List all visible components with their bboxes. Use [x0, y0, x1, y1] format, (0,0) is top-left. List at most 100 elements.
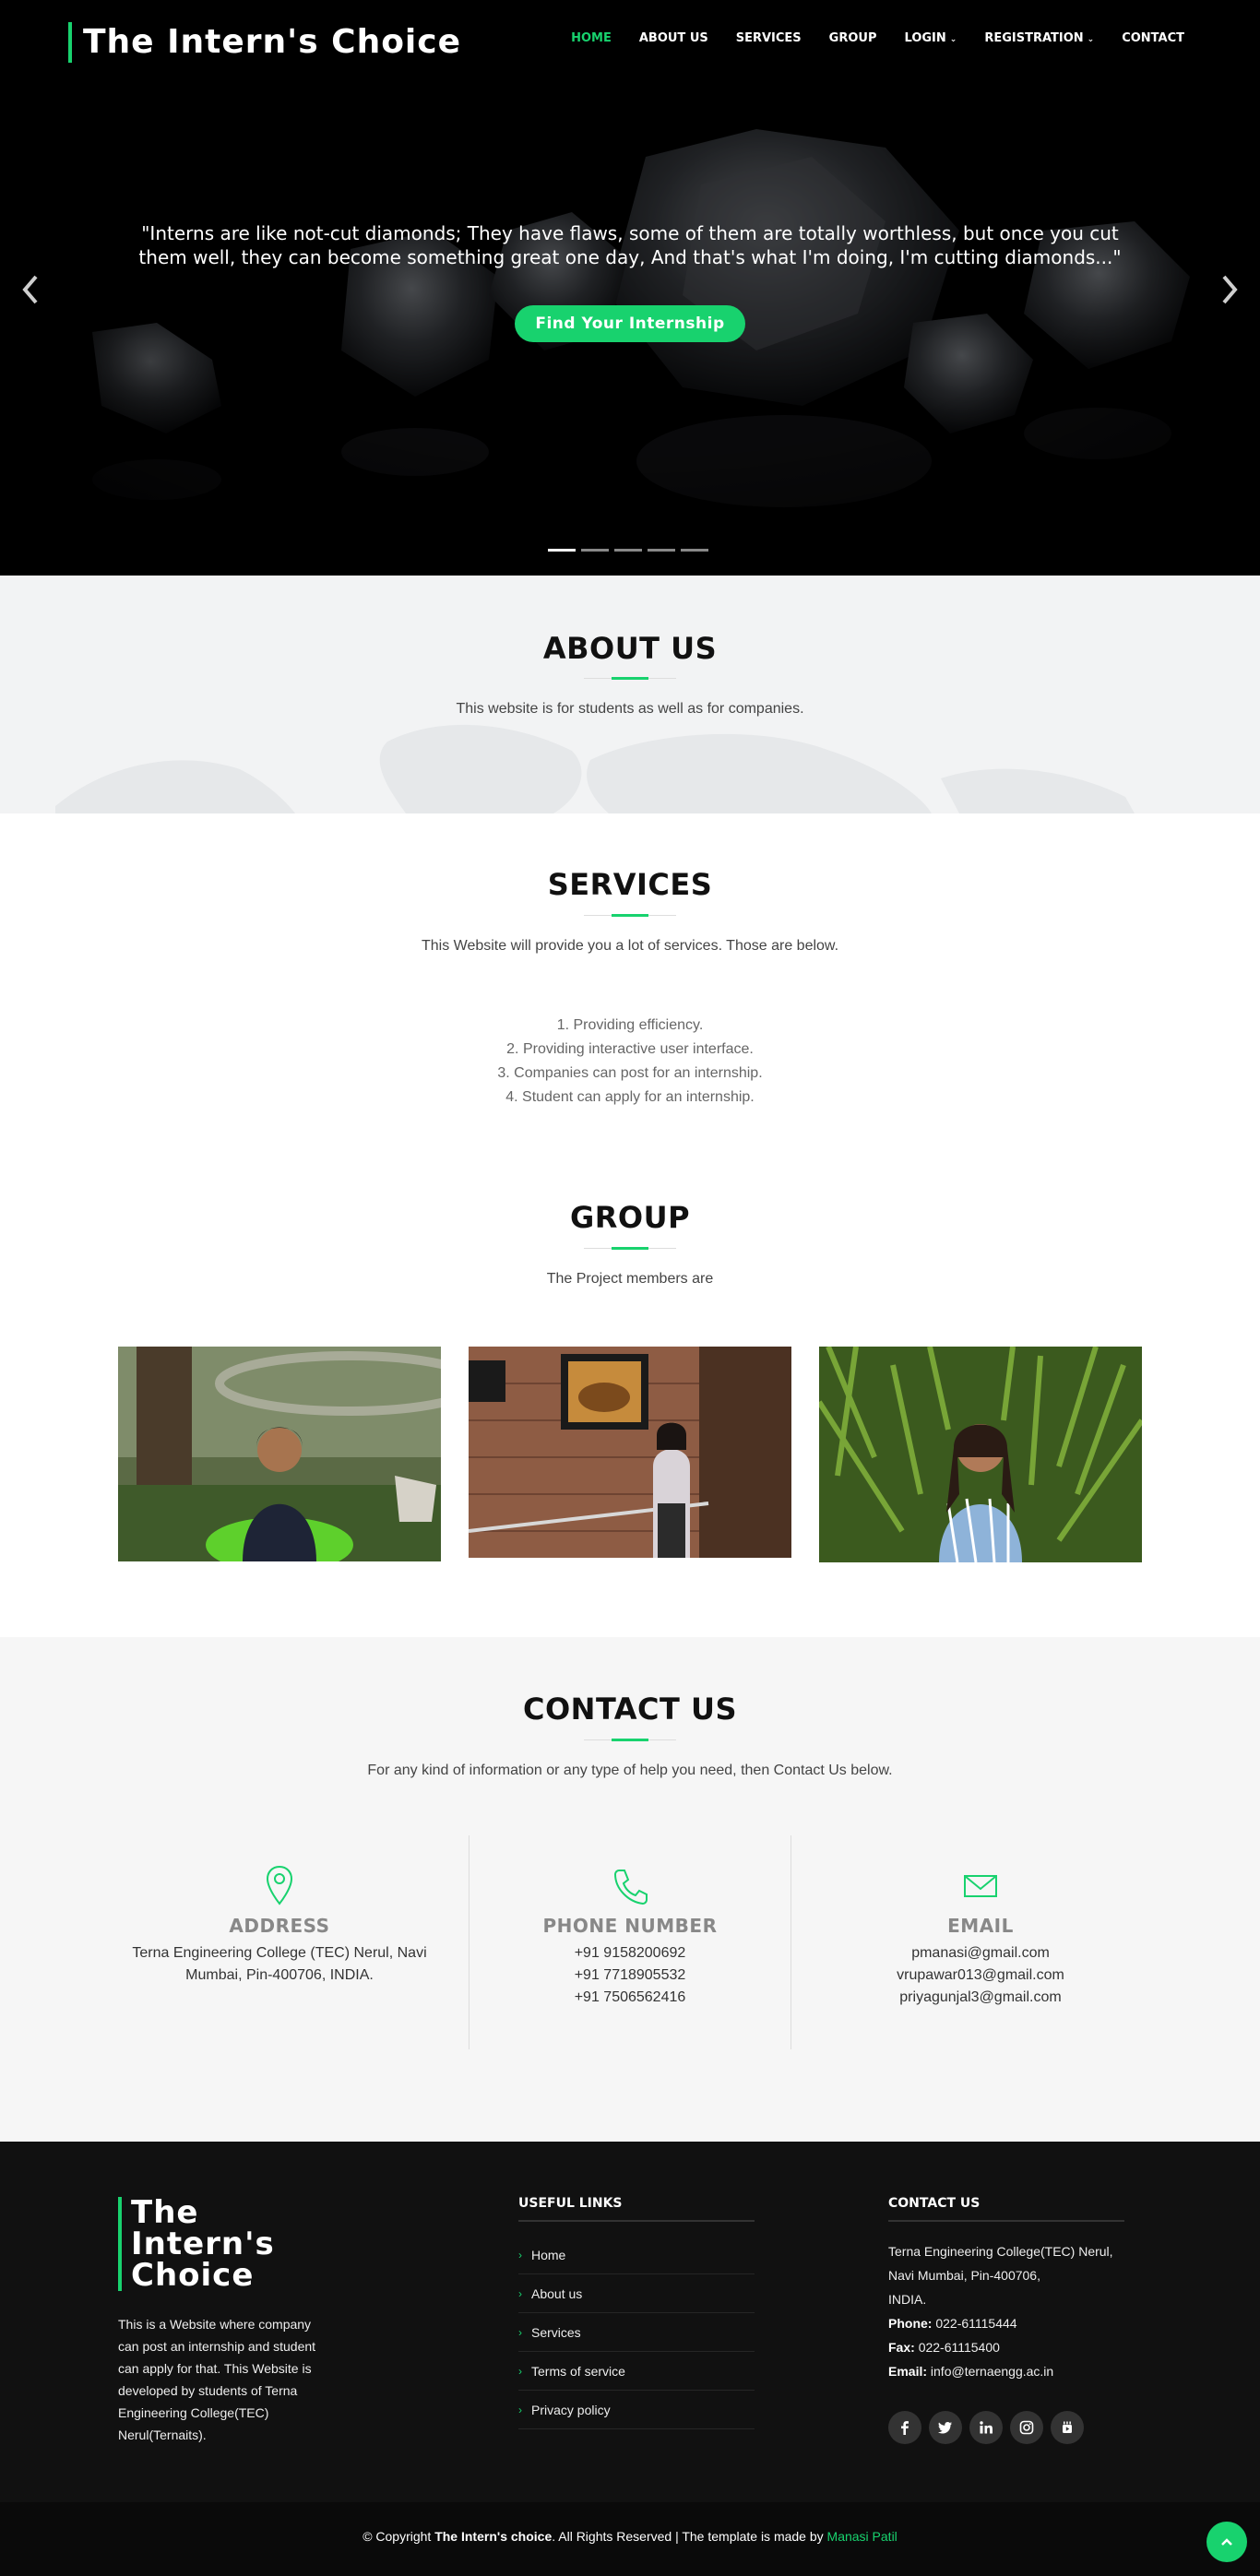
carousel-indicator-5[interactable] — [681, 549, 708, 552]
footer-logo-line-3: Choice — [131, 2257, 255, 2294]
about-subtitle: This website is for students as well as … — [456, 701, 804, 717]
group-title-underline — [584, 1247, 676, 1250]
footer-link-services[interactable]: › Services — [518, 2313, 755, 2352]
carousel-indicators — [548, 549, 708, 552]
twitter-icon — [938, 2422, 952, 2434]
group-title: GROUP — [569, 1200, 691, 1235]
footer-phone-label: Phone: — [888, 2316, 933, 2331]
nav-contact-label: CONTACT — [1122, 31, 1184, 45]
footer-link-privacy-label: Privacy policy — [531, 2402, 611, 2417]
email-address-1[interactable]: pmanasi@gmail.com — [911, 1945, 1050, 1961]
footer-fax-label: Fax: — [888, 2340, 915, 2355]
carousel-indicator-2[interactable] — [581, 549, 609, 552]
contact-address: ADDRESS Terna Engineering College (TEC) … — [118, 1865, 441, 1987]
back-to-top-button[interactable] — [1207, 2522, 1247, 2562]
chevron-down-icon: ⌄ — [949, 35, 957, 44]
facebook-link[interactable] — [888, 2411, 921, 2444]
phone-number-2[interactable]: +91 7718905532 — [575, 1967, 686, 1983]
copyright-text: © Copyright The Intern's choice. All Rig… — [0, 2529, 1260, 2544]
phone-label: PHONE NUMBER — [542, 1915, 718, 1937]
about-section: ABOUT US This website is for students as… — [0, 576, 1260, 813]
address-label: ADDRESS — [229, 1915, 330, 1937]
footer-contact-info: Terna Engineering College(TEC) Nerul, Na… — [888, 2239, 1137, 2383]
hero-quote-line-2: them well, they can become something gre… — [138, 246, 1122, 268]
nav-home[interactable]: HOME — [571, 31, 612, 45]
group-subtitle: The Project members are — [546, 1271, 714, 1287]
hero-carousel: "Interns are like not-cut diamonds; They… — [0, 0, 1260, 576]
nav-about-label: ABOUT US — [638, 31, 708, 45]
youtube-icon — [1063, 2421, 1072, 2433]
email-label: EMAIL — [947, 1915, 1014, 1937]
address-text: Terna Engineering College (TEC) Nerul, N… — [118, 1942, 441, 1987]
carousel-next-button[interactable] — [1216, 273, 1243, 310]
copyright-brand: The Intern's choice — [434, 2529, 553, 2544]
footer-contact-line-1: Terna Engineering College(TEC) Nerul, — [888, 2244, 1113, 2259]
chevron-right-icon — [1222, 275, 1238, 304]
footer-desc-line-6: Nerul(Ternaits). — [118, 2428, 207, 2442]
footer-contact-title: CONTACT US — [888, 2196, 1124, 2222]
footer-desc-line-5: Engineering College(TEC) — [118, 2405, 269, 2420]
footer-logo[interactable]: The Intern's Choice — [118, 2197, 275, 2291]
nav-login-dropdown[interactable]: LOGIN ⌄ — [905, 31, 957, 45]
footer-logo-line-2: Intern's — [131, 2226, 275, 2262]
footer-logo-line-1: The — [131, 2194, 199, 2231]
email-addresses: pmanasi@gmail.com vrupawar013@gmail.com … — [819, 1942, 1142, 2009]
find-internship-button[interactable]: Find Your Internship — [515, 305, 745, 342]
footer-desc-line-1: This is a Website where company — [118, 2317, 312, 2332]
linkedin-icon — [980, 2421, 993, 2434]
nav-services-label: SERVICES — [735, 31, 802, 45]
service-item-4: 4. Student can apply for an internship. — [505, 1089, 755, 1105]
email-address-3[interactable]: priyagunjal3@gmail.com — [899, 1989, 1061, 2005]
footer-link-home-label: Home — [531, 2247, 566, 2262]
carousel-indicator-1[interactable] — [548, 549, 576, 552]
contact-phone: PHONE NUMBER +91 9158200692 +91 77189055… — [469, 1865, 791, 2009]
instagram-link[interactable] — [1010, 2411, 1043, 2444]
about-title: ABOUT US — [542, 631, 718, 666]
main-nav: HOME ABOUT US SERVICES GROUP LOGIN ⌄ REGI… — [543, 31, 1184, 45]
footer-link-privacy[interactable]: › Privacy policy — [518, 2391, 755, 2429]
member-photo-3 — [819, 1347, 1142, 1562]
carousel-indicator-4[interactable] — [648, 549, 675, 552]
email-address-2[interactable]: vrupawar013@gmail.com — [897, 1967, 1064, 1983]
youtube-link[interactable] — [1051, 2411, 1084, 2444]
footer-email-value[interactable]: info@ternaengg.ac.in — [931, 2364, 1053, 2379]
hero-diamonds-background — [0, 0, 1260, 576]
footer-description: This is a Website where company can post… — [118, 2313, 354, 2446]
nav-contact[interactable]: CONTACT — [1122, 31, 1184, 45]
phone-number-3[interactable]: +91 7506562416 — [575, 1989, 686, 2005]
nav-services[interactable]: SERVICES — [736, 31, 802, 45]
nav-about[interactable]: ABOUT US — [639, 31, 708, 45]
hero-quote: "Interns are like not-cut diamonds; They… — [129, 221, 1131, 269]
nav-home-label: HOME — [571, 31, 612, 45]
site-logo[interactable]: The Intern's Choice — [68, 22, 461, 63]
footer-link-home[interactable]: › Home — [518, 2236, 755, 2274]
template-author-link[interactable]: Manasi Patil — [827, 2529, 897, 2544]
services-title: SERVICES — [547, 867, 713, 902]
nav-registration-dropdown[interactable]: REGISTRATION ⌄ — [984, 31, 1094, 45]
map-pin-icon — [266, 1865, 293, 1905]
chevron-right-icon: › — [518, 2403, 522, 2416]
twitter-link[interactable] — [929, 2411, 962, 2444]
carousel-indicator-3[interactable] — [614, 549, 642, 552]
footer-link-about[interactable]: › About us — [518, 2274, 755, 2313]
footer-email: Email: info@ternaengg.ac.in — [888, 2359, 1137, 2383]
carousel-prev-button[interactable] — [17, 273, 44, 310]
nav-group[interactable]: GROUP — [829, 31, 877, 45]
chevron-right-icon: › — [518, 2325, 522, 2339]
contact-subtitle: For any kind of information or any type … — [367, 1763, 893, 1778]
phone-number-1[interactable]: +91 9158200692 — [575, 1945, 686, 1961]
linkedin-link[interactable] — [969, 2411, 1003, 2444]
chevron-left-icon — [22, 275, 38, 304]
footer-link-terms[interactable]: › Terms of service — [518, 2352, 755, 2391]
copyright-prefix: © Copyright — [363, 2529, 432, 2544]
footer-links-list: › Home › About us › Services › Terms of serv… — [518, 2236, 755, 2429]
services-list: 1. Providing efficiency. 2. Providing in… — [0, 1014, 1260, 1110]
footer-contact-line-3: INDIA. — [888, 2292, 927, 2307]
chevron-right-icon: › — [518, 2286, 522, 2300]
service-item-3: 3. Companies can post for an internship. — [497, 1065, 763, 1081]
copyright-mid: . All Rights Reserved | The template is … — [552, 2529, 824, 2544]
nav-registration-label: REGISTRATION — [984, 31, 1084, 45]
member-photo-2 — [469, 1347, 791, 1558]
footer-desc-line-2: can post an internship and student — [118, 2339, 316, 2354]
footer-fax-value: 022-61115400 — [918, 2340, 1000, 2355]
